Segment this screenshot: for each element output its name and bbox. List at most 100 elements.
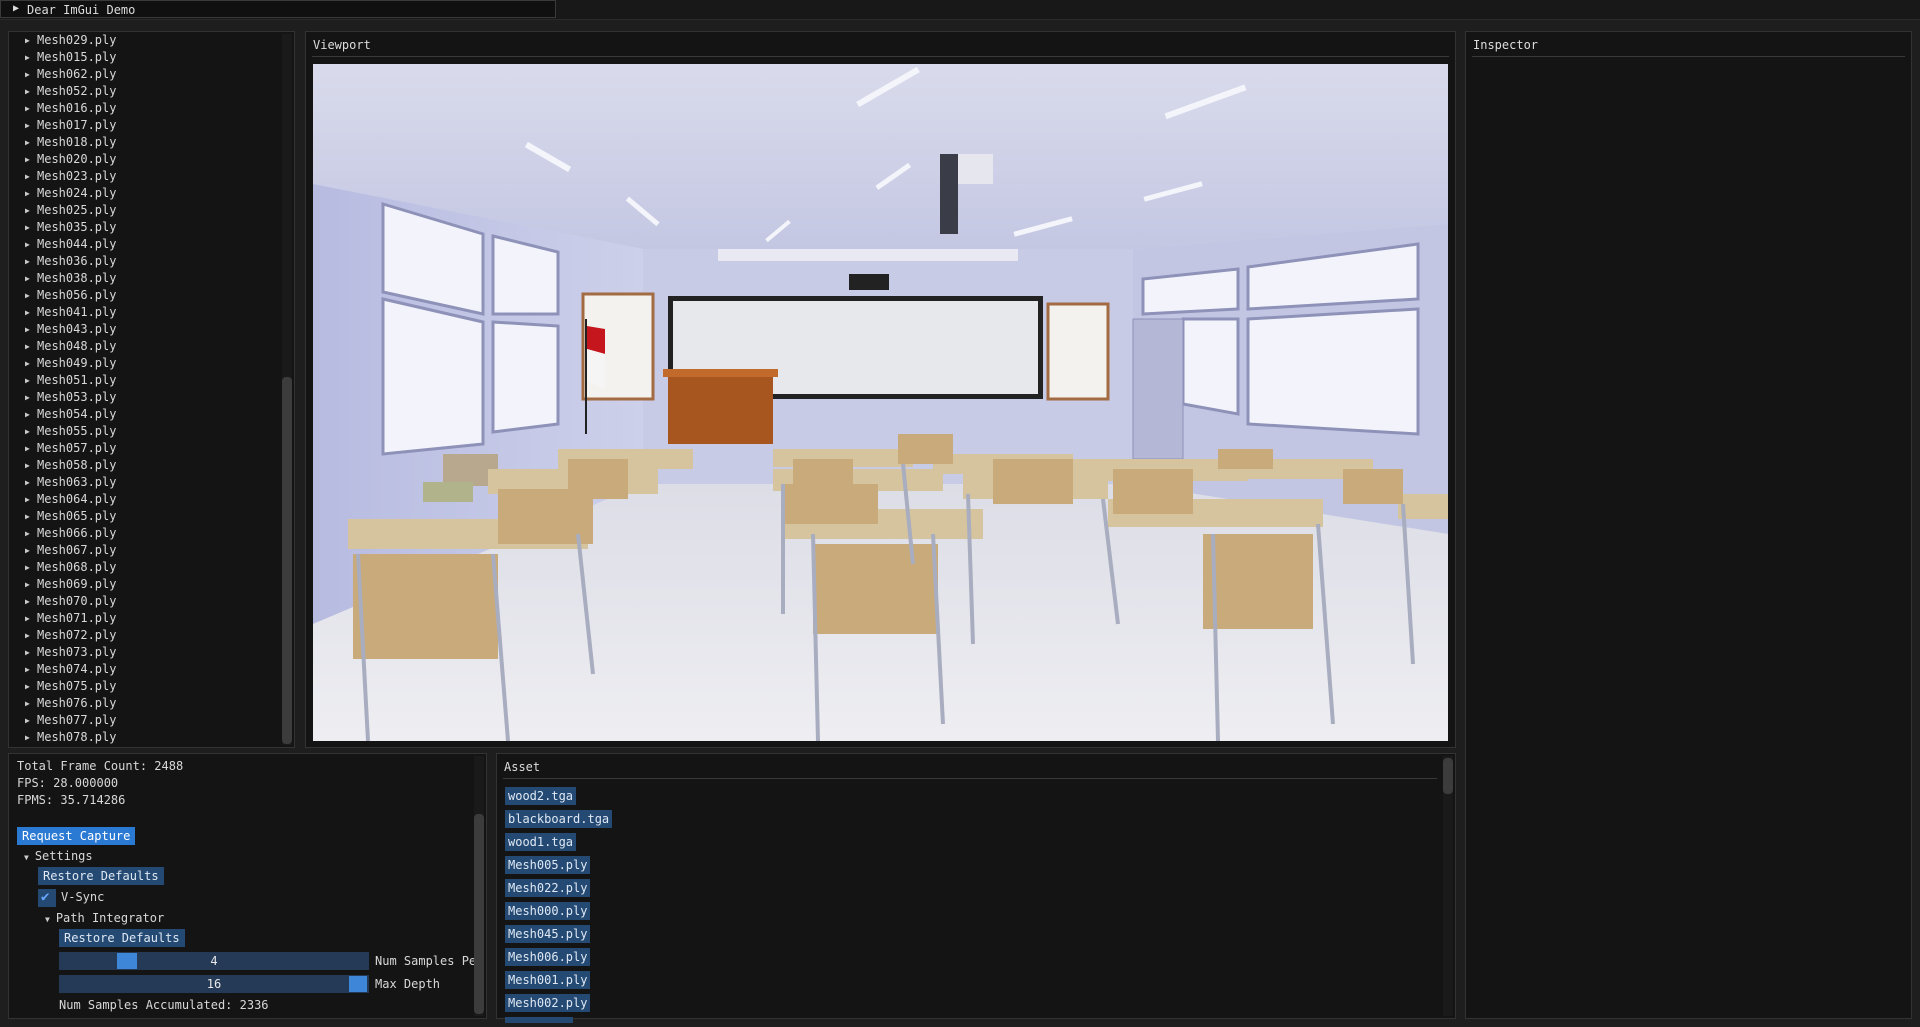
- collapsed-arrow-icon[interactable]: ▶: [25, 695, 37, 712]
- scene-tree-item[interactable]: ▶ Mesh023.ply: [25, 168, 116, 185]
- collapsed-arrow-icon[interactable]: ▶: [25, 542, 37, 559]
- asset-item[interactable]: Mesh001.ply: [505, 971, 591, 989]
- collapsed-arrow-icon[interactable]: ▶: [25, 610, 37, 627]
- scene-tree-item[interactable]: ▶ Mesh025.ply: [25, 202, 116, 219]
- collapsed-arrow-icon[interactable]: ▶: [25, 372, 37, 389]
- stats-scrollbar-thumb[interactable]: [474, 814, 484, 1014]
- asset-item[interactable]: Mesh002.ply: [505, 994, 591, 1012]
- collapsed-arrow-icon[interactable]: ▶: [25, 83, 37, 100]
- scene-tree-item[interactable]: ▶ Mesh065.ply: [25, 508, 116, 525]
- collapsed-arrow-icon[interactable]: ▶: [25, 304, 37, 321]
- collapsed-arrow-icon[interactable]: ▶: [25, 389, 37, 406]
- scene-tree-item[interactable]: ▶ Mesh057.ply: [25, 440, 116, 457]
- scene-tree-item[interactable]: ▶ Mesh056.ply: [25, 287, 116, 304]
- collapse-arrow-icon[interactable]: ▶: [13, 3, 19, 14]
- collapsed-arrow-icon[interactable]: ▶: [25, 525, 37, 542]
- scene-tree-item[interactable]: ▶ Mesh068.ply: [25, 559, 116, 576]
- demo-window-collapsed-tab[interactable]: ▶ Dear ImGui Demo: [0, 0, 556, 18]
- asset-item-partial[interactable]: [505, 1017, 573, 1023]
- scene-scrollbar-thumb[interactable]: [282, 377, 292, 744]
- scene-tree-item[interactable]: ▶ Mesh015.ply: [25, 49, 116, 66]
- collapsed-arrow-icon[interactable]: ▶: [25, 117, 37, 134]
- collapsed-arrow-icon[interactable]: ▶: [25, 321, 37, 338]
- collapsed-arrow-icon[interactable]: ▶: [25, 712, 37, 729]
- collapsed-arrow-icon[interactable]: ▶: [25, 168, 37, 185]
- scene-tree-item[interactable]: ▶ Mesh051.ply: [25, 372, 116, 389]
- scene-tree-item[interactable]: ▶ Mesh062.ply: [25, 66, 116, 83]
- request-capture-button[interactable]: Request Capture: [17, 827, 136, 845]
- scene-tree-item[interactable]: ▶ Mesh070.ply: [25, 593, 116, 610]
- asset-item[interactable]: wood2.tga: [505, 787, 577, 805]
- scene-tree-item[interactable]: ▶ Mesh078.ply: [25, 729, 116, 746]
- collapsed-arrow-icon[interactable]: ▶: [25, 100, 37, 117]
- scene-tree-item[interactable]: ▶ Mesh066.ply: [25, 525, 116, 542]
- settings-tree-node[interactable]: ▼ Settings: [24, 849, 93, 863]
- restore-defaults-button[interactable]: Restore Defaults: [38, 867, 164, 885]
- collapsed-arrow-icon[interactable]: ▶: [25, 423, 37, 440]
- asset-scrollbar-track[interactable]: [1443, 756, 1453, 1016]
- asset-item[interactable]: Mesh000.ply: [505, 902, 591, 920]
- num-samples-slider[interactable]: 4: [59, 952, 369, 970]
- collapsed-arrow-icon[interactable]: ▶: [25, 355, 37, 372]
- collapsed-arrow-icon[interactable]: ▶: [25, 236, 37, 253]
- collapsed-arrow-icon[interactable]: ▶: [25, 559, 37, 576]
- path-integrator-restore-defaults-button[interactable]: Restore Defaults: [59, 929, 185, 947]
- asset-item[interactable]: Mesh005.ply: [505, 856, 591, 874]
- scene-tree-item[interactable]: ▶ Mesh074.ply: [25, 661, 116, 678]
- collapsed-arrow-icon[interactable]: ▶: [25, 491, 37, 508]
- collapsed-arrow-icon[interactable]: ▶: [25, 457, 37, 474]
- scene-tree-item[interactable]: ▶ Mesh073.ply: [25, 644, 116, 661]
- collapsed-arrow-icon[interactable]: ▶: [25, 576, 37, 593]
- collapsed-arrow-icon[interactable]: ▶: [25, 338, 37, 355]
- scene-tree-item[interactable]: ▶ Mesh077.ply: [25, 712, 116, 729]
- scene-tree-item[interactable]: ▶ Mesh058.ply: [25, 457, 116, 474]
- asset-scrollbar-thumb[interactable]: [1443, 758, 1453, 794]
- scene-tree-item[interactable]: ▶ Mesh053.ply: [25, 389, 116, 406]
- scene-tree-item[interactable]: ▶ Mesh063.ply: [25, 474, 116, 491]
- collapsed-arrow-icon[interactable]: ▶: [25, 270, 37, 287]
- scene-tree-item[interactable]: ▶ Mesh069.ply: [25, 576, 116, 593]
- scene-tree-item[interactable]: ▶ Mesh043.ply: [25, 321, 116, 338]
- viewport-render[interactable]: [313, 64, 1448, 741]
- asset-item[interactable]: Mesh045.ply: [505, 925, 591, 943]
- scene-tree-item[interactable]: ▶ Mesh038.ply: [25, 270, 116, 287]
- scene-tree-item[interactable]: ▶ Mesh071.ply: [25, 610, 116, 627]
- scene-tree-item[interactable]: ▶ Mesh067.ply: [25, 542, 116, 559]
- scene-tree-item[interactable]: ▶ Mesh041.ply: [25, 304, 116, 321]
- collapsed-arrow-icon[interactable]: ▶: [25, 474, 37, 491]
- collapsed-arrow-icon[interactable]: ▶: [25, 253, 37, 270]
- collapsed-arrow-icon[interactable]: ▶: [25, 406, 37, 423]
- collapsed-arrow-icon[interactable]: ▶: [25, 593, 37, 610]
- scene-tree-item[interactable]: ▶ Mesh052.ply: [25, 83, 116, 100]
- collapsed-arrow-icon[interactable]: ▶: [25, 644, 37, 661]
- scene-tree-item[interactable]: ▶ Mesh064.ply: [25, 491, 116, 508]
- collapsed-arrow-icon[interactable]: ▶: [25, 202, 37, 219]
- collapsed-arrow-icon[interactable]: ▶: [25, 678, 37, 695]
- scene-tree-item[interactable]: ▶ Mesh017.ply: [25, 117, 116, 134]
- scene-tree-item[interactable]: ▶ Mesh035.ply: [25, 219, 116, 236]
- collapsed-arrow-icon[interactable]: ▶: [25, 729, 37, 746]
- scene-tree-item[interactable]: ▶ Mesh054.ply: [25, 406, 116, 423]
- asset-item[interactable]: Mesh022.ply: [505, 879, 591, 897]
- collapsed-arrow-icon[interactable]: ▶: [25, 49, 37, 66]
- collapsed-arrow-icon[interactable]: ▶: [25, 627, 37, 644]
- vsync-checkbox[interactable]: ✔: [38, 889, 56, 907]
- path-integrator-tree-node[interactable]: ▼ Path Integrator: [45, 911, 164, 925]
- scene-tree-item[interactable]: ▶ Mesh055.ply: [25, 423, 116, 440]
- scene-tree-item[interactable]: ▶ Mesh072.ply: [25, 627, 116, 644]
- scene-tree-item[interactable]: ▶ Mesh020.ply: [25, 151, 116, 168]
- scene-tree-item[interactable]: ▶ Mesh076.ply: [25, 695, 116, 712]
- asset-item[interactable]: Mesh006.ply: [505, 948, 591, 966]
- scene-tree-item[interactable]: ▶ Mesh029.ply: [25, 32, 116, 49]
- collapsed-arrow-icon[interactable]: ▶: [25, 440, 37, 457]
- collapsed-arrow-icon[interactable]: ▶: [25, 185, 37, 202]
- collapsed-arrow-icon[interactable]: ▶: [25, 508, 37, 525]
- scene-tree-item[interactable]: ▶ Mesh018.ply: [25, 134, 116, 151]
- asset-item[interactable]: blackboard.tga: [505, 810, 613, 828]
- collapsed-arrow-icon[interactable]: ▶: [25, 287, 37, 304]
- scene-tree-item[interactable]: ▶ Mesh075.ply: [25, 678, 116, 695]
- scene-tree-item[interactable]: ▶ Mesh036.ply: [25, 253, 116, 270]
- max-depth-slider[interactable]: 16: [59, 975, 369, 993]
- scene-tree-item[interactable]: ▶ Mesh044.ply: [25, 236, 116, 253]
- collapsed-arrow-icon[interactable]: ▶: [25, 134, 37, 151]
